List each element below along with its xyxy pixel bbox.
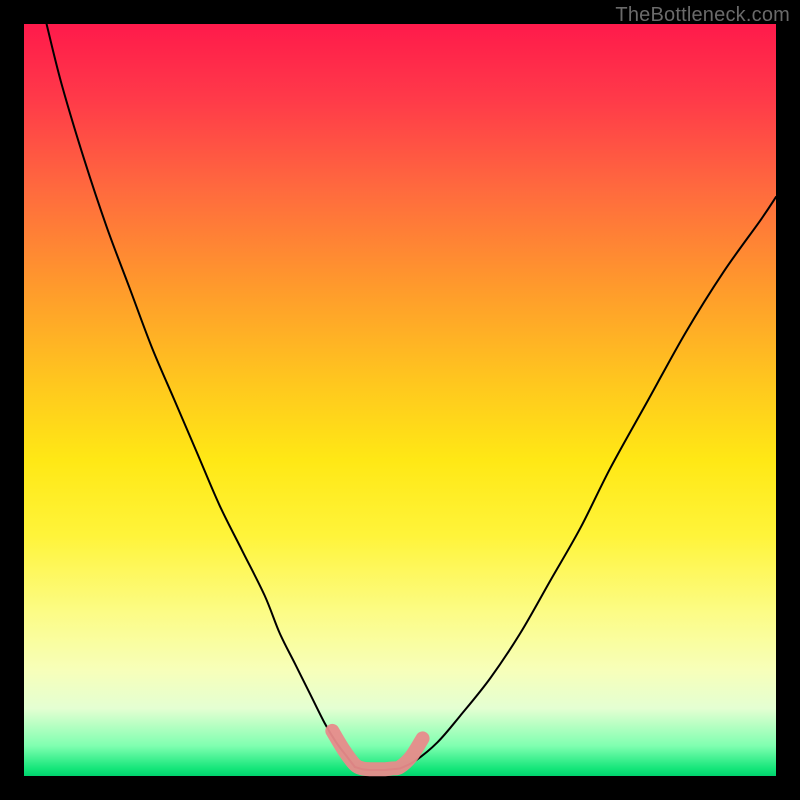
chart-frame: TheBottleneck.com	[0, 0, 800, 800]
left-curve	[47, 24, 355, 767]
watermark-text: TheBottleneck.com	[615, 4, 790, 27]
sweet-spot-overlay	[332, 731, 422, 769]
plot-area	[24, 24, 776, 776]
curve-svg	[24, 24, 776, 776]
right-curve	[400, 197, 776, 769]
